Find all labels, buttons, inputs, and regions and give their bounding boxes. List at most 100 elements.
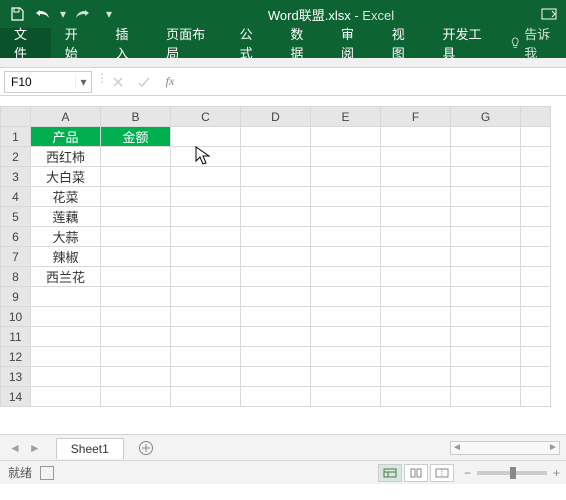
- tab-review[interactable]: 审阅: [327, 28, 378, 58]
- scroll-left-icon[interactable]: ◄: [451, 442, 463, 453]
- cell[interactable]: [451, 147, 521, 167]
- cell[interactable]: [311, 307, 381, 327]
- row-header[interactable]: 9: [1, 287, 31, 307]
- cell[interactable]: 西兰花: [31, 267, 101, 287]
- sheet-nav-next-icon[interactable]: ►: [26, 441, 44, 455]
- cell[interactable]: [451, 387, 521, 407]
- cell[interactable]: [101, 147, 171, 167]
- tab-view[interactable]: 视图: [378, 28, 429, 58]
- cell[interactable]: [101, 387, 171, 407]
- row-header[interactable]: 7: [1, 247, 31, 267]
- cell[interactable]: [381, 307, 451, 327]
- cell[interactable]: [241, 147, 311, 167]
- cell[interactable]: [241, 227, 311, 247]
- cell[interactable]: [521, 187, 551, 207]
- cell[interactable]: [31, 347, 101, 367]
- cell[interactable]: [381, 147, 451, 167]
- row-header[interactable]: 4: [1, 187, 31, 207]
- cell[interactable]: [311, 327, 381, 347]
- cell[interactable]: [241, 187, 311, 207]
- cell[interactable]: [451, 347, 521, 367]
- row-header[interactable]: 14: [1, 387, 31, 407]
- cell[interactable]: [171, 347, 241, 367]
- cell[interactable]: 西红柿: [31, 147, 101, 167]
- view-page-layout-button[interactable]: [404, 464, 428, 482]
- cell[interactable]: [521, 127, 551, 147]
- column-header[interactable]: F: [381, 107, 451, 127]
- cell[interactable]: [171, 147, 241, 167]
- undo-icon[interactable]: [32, 3, 54, 25]
- sheet-nav-buttons[interactable]: ◄ ►: [0, 441, 50, 455]
- cell[interactable]: [101, 367, 171, 387]
- cell[interactable]: [241, 267, 311, 287]
- cell[interactable]: [521, 387, 551, 407]
- view-page-break-button[interactable]: [430, 464, 454, 482]
- tab-data[interactable]: 数据: [276, 28, 327, 58]
- cell[interactable]: [381, 267, 451, 287]
- tab-home[interactable]: 开始: [51, 28, 102, 58]
- cell[interactable]: [451, 327, 521, 347]
- column-header[interactable]: G: [451, 107, 521, 127]
- cell[interactable]: [241, 347, 311, 367]
- cell[interactable]: [451, 287, 521, 307]
- cell[interactable]: [171, 307, 241, 327]
- row-header[interactable]: 5: [1, 207, 31, 227]
- cell[interactable]: [171, 367, 241, 387]
- sheet-nav-prev-icon[interactable]: ◄: [6, 441, 24, 455]
- cell[interactable]: [311, 227, 381, 247]
- cell[interactable]: [381, 327, 451, 347]
- cell[interactable]: [311, 147, 381, 167]
- cell[interactable]: [451, 167, 521, 187]
- cell[interactable]: [381, 207, 451, 227]
- cell[interactable]: [171, 387, 241, 407]
- cell[interactable]: [241, 307, 311, 327]
- cell[interactable]: [31, 327, 101, 347]
- cell[interactable]: [311, 167, 381, 187]
- zoom-in-icon[interactable]: +: [553, 466, 560, 480]
- tab-developer[interactable]: 开发工具: [428, 28, 501, 58]
- column-header[interactable]: D: [241, 107, 311, 127]
- sheet-tab-active[interactable]: Sheet1: [56, 438, 124, 459]
- cell[interactable]: [31, 287, 101, 307]
- cell[interactable]: [521, 147, 551, 167]
- cell[interactable]: 大蒜: [31, 227, 101, 247]
- view-normal-button[interactable]: [378, 464, 402, 482]
- new-sheet-button[interactable]: [134, 438, 158, 458]
- cell[interactable]: 大白菜: [31, 167, 101, 187]
- cell[interactable]: [381, 287, 451, 307]
- cell[interactable]: [101, 327, 171, 347]
- cell[interactable]: [101, 207, 171, 227]
- cell[interactable]: [311, 207, 381, 227]
- cell[interactable]: [241, 287, 311, 307]
- horizontal-scrollbar[interactable]: ◄ ►: [450, 441, 560, 455]
- cell[interactable]: [521, 347, 551, 367]
- cell[interactable]: [101, 287, 171, 307]
- tell-me-search[interactable]: 告诉我: [502, 28, 566, 58]
- cell[interactable]: [451, 207, 521, 227]
- customize-qat-icon[interactable]: ▾: [98, 3, 120, 25]
- cell[interactable]: [171, 207, 241, 227]
- select-all-cell[interactable]: [1, 107, 31, 127]
- cell[interactable]: [171, 187, 241, 207]
- row-header[interactable]: 2: [1, 147, 31, 167]
- row-header[interactable]: 13: [1, 367, 31, 387]
- cell[interactable]: [241, 247, 311, 267]
- cell[interactable]: [171, 327, 241, 347]
- cell[interactable]: [171, 127, 241, 147]
- cell[interactable]: [31, 307, 101, 327]
- cell[interactable]: 辣椒: [31, 247, 101, 267]
- row-header[interactable]: 8: [1, 267, 31, 287]
- cell[interactable]: [381, 387, 451, 407]
- cell[interactable]: [451, 267, 521, 287]
- cell[interactable]: [241, 327, 311, 347]
- scroll-right-icon[interactable]: ►: [547, 442, 559, 453]
- cell[interactable]: [241, 207, 311, 227]
- redo-icon[interactable]: [72, 3, 94, 25]
- name-box-dropdown-icon[interactable]: ▾: [75, 75, 91, 89]
- formula-bar-input[interactable]: [186, 71, 566, 93]
- worksheet-grid[interactable]: ABCDEFG1产品金额2西红柿3大白菜4花菜5莲藕6大蒜7辣椒8西兰花9101…: [0, 106, 566, 434]
- cell[interactable]: [171, 287, 241, 307]
- column-header[interactable]: A: [31, 107, 101, 127]
- cell[interactable]: [101, 167, 171, 187]
- cell[interactable]: [171, 167, 241, 187]
